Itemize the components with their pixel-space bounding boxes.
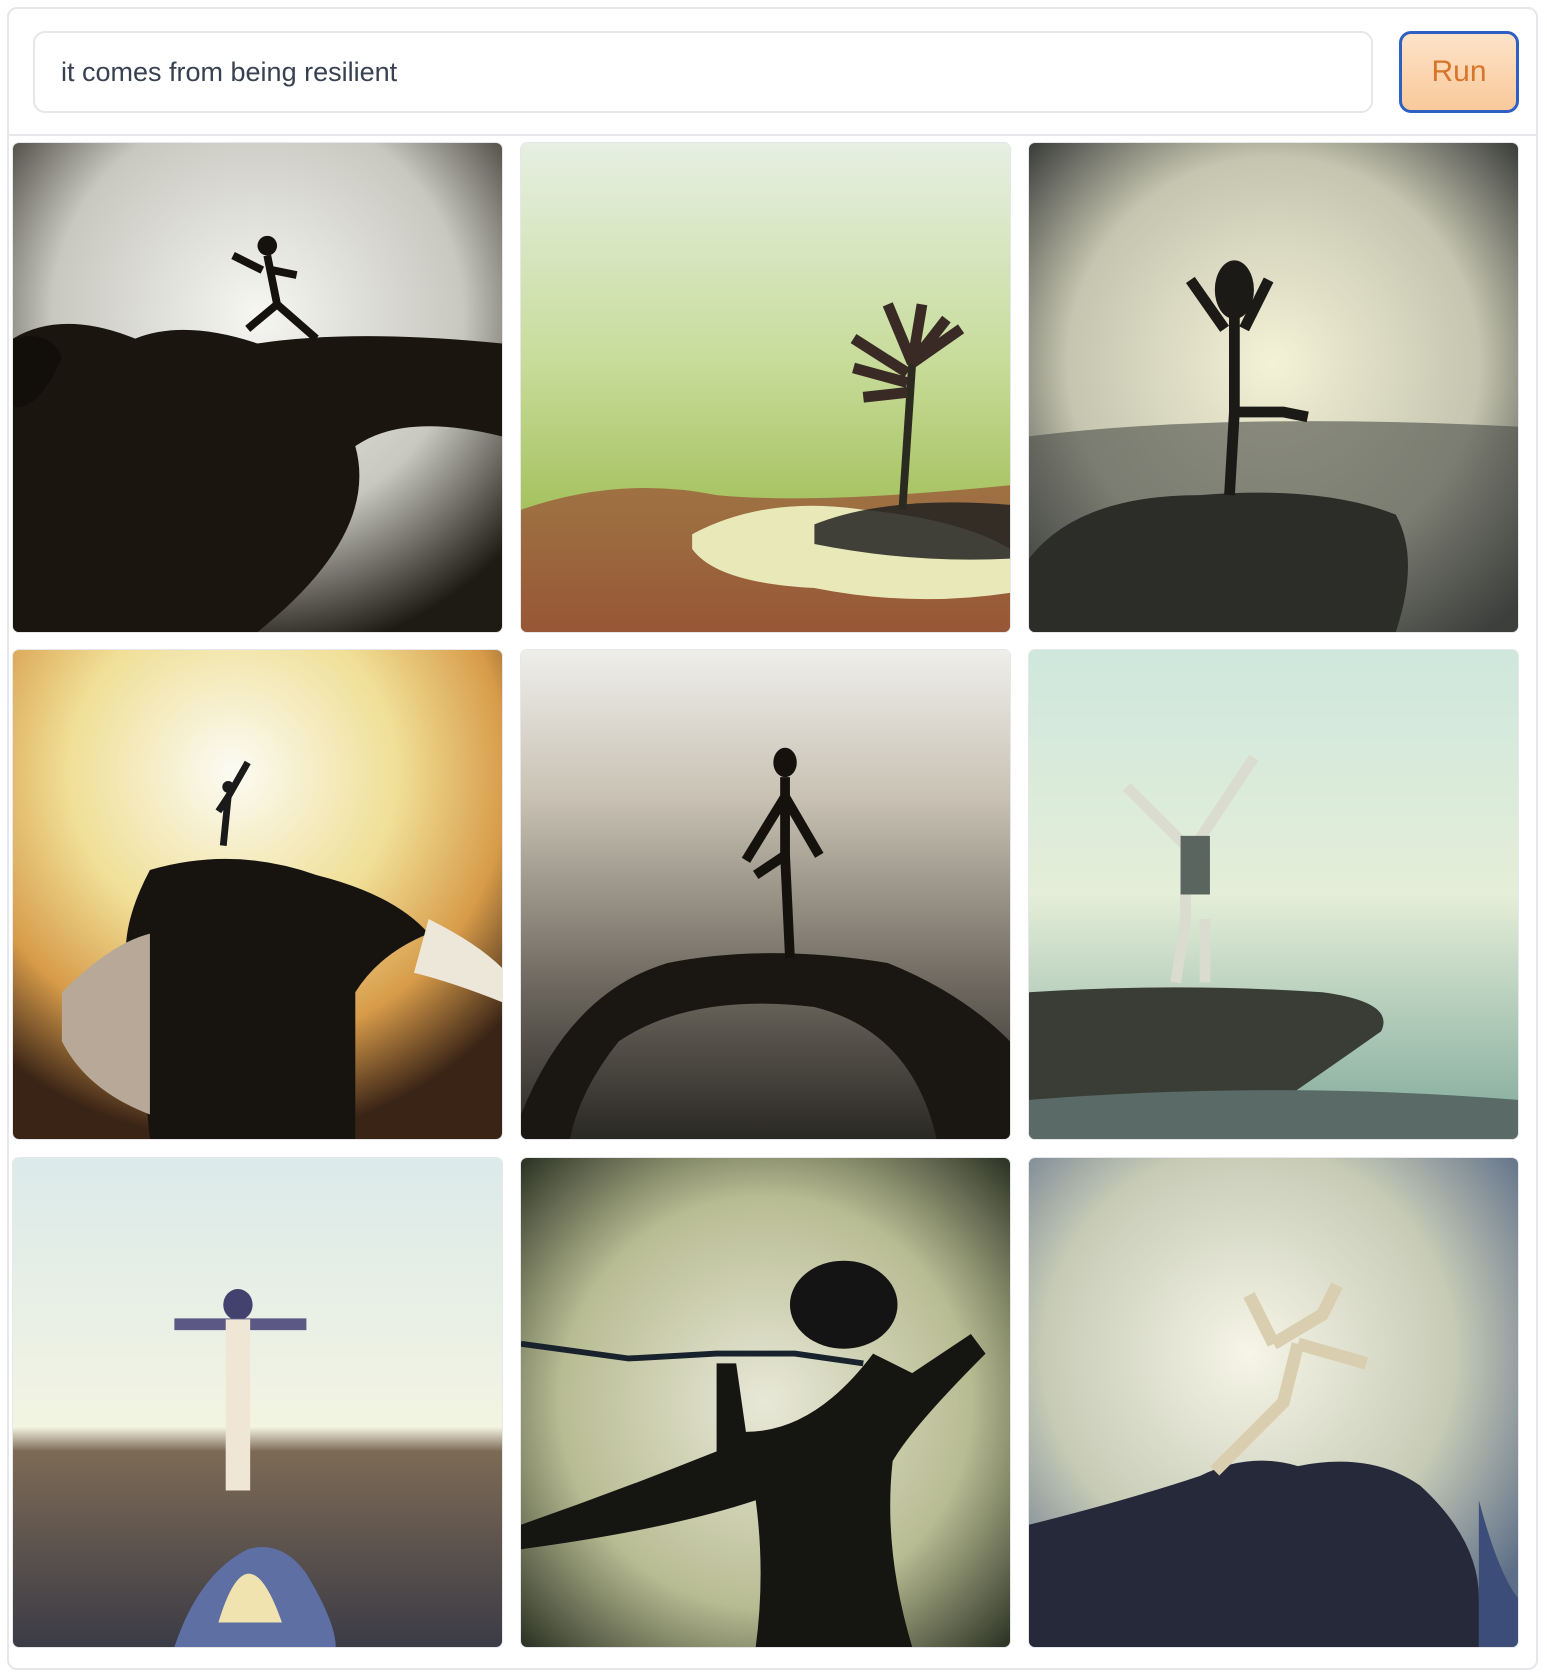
gallery-image-6[interactable] — [1029, 650, 1518, 1139]
run-button[interactable]: Run — [1399, 31, 1519, 113]
gallery-image-9[interactable] — [1029, 1158, 1518, 1647]
prompt-bar: it comes from being resilient Run — [9, 9, 1536, 136]
figure-leaping-off-rock-icon — [1029, 1158, 1518, 1647]
figure-on-rock-balancing-icon — [1029, 143, 1518, 632]
prompt-input[interactable]: it comes from being resilient — [33, 31, 1373, 113]
prompt-input-value: it comes from being resilient — [61, 56, 398, 87]
silhouette-leaping-on-rock-icon — [13, 143, 502, 632]
gallery-image-4[interactable] — [13, 650, 502, 1139]
figure-on-arch-icon — [521, 650, 1010, 1139]
hand-holding-plant-icon — [521, 143, 1010, 632]
figure-arms-spread-horizon-icon — [13, 1158, 502, 1647]
shadow-figure-wall-icon — [521, 1158, 1010, 1647]
figure-on-giant-hand-icon — [13, 650, 502, 1139]
gallery-image-1[interactable] — [13, 143, 502, 632]
gallery-image-3[interactable] — [1029, 143, 1518, 632]
gallery-image-2[interactable] — [521, 143, 1010, 632]
gallery-image-8[interactable] — [521, 1158, 1010, 1647]
gallery-image-7[interactable] — [13, 1158, 502, 1647]
image-gallery — [13, 143, 1519, 1647]
gallery-image-5[interactable] — [521, 650, 1010, 1139]
figure-arms-raised-on-cliff-icon — [1029, 650, 1518, 1139]
